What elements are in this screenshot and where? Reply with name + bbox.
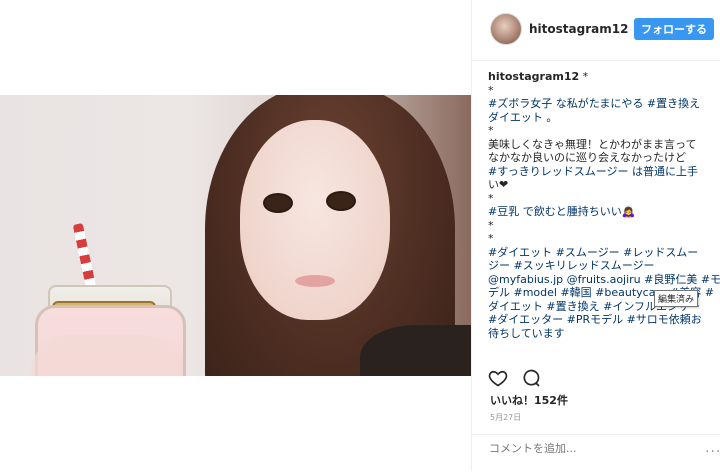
- caption-line[interactable]: #ズボラ女子 な私がたまにやる #置き換え: [488, 97, 706, 111]
- caption-line: *: [488, 218, 494, 232]
- avatar[interactable]: [490, 13, 522, 45]
- comment-button[interactable]: [520, 367, 542, 389]
- caption-line: なかなか良いのに巡り会えなかったけど: [488, 151, 686, 164]
- caption-line: *: [488, 191, 494, 205]
- more-options-icon[interactable]: ...: [705, 440, 720, 456]
- post-date[interactable]: 5月27日: [490, 412, 521, 423]
- photo-hand: [30, 335, 180, 376]
- caption-line[interactable]: @myfabius.jp @fruits.aojiru #良野仁美 #モ: [488, 273, 720, 287]
- caption-line[interactable]: ダイエット 。: [488, 111, 706, 125]
- caption-line: い❤: [488, 178, 509, 191]
- caption-header-line: hitostagram12 *: [488, 70, 706, 84]
- caption-line[interactable]: #ダイエット #スムージー #レッドスムー: [488, 246, 706, 260]
- caption-line: *: [488, 124, 494, 137]
- post-photo: [0, 95, 471, 376]
- caption-line: *: [488, 232, 494, 245]
- follow-button[interactable]: フォローする: [634, 18, 714, 40]
- caption-username[interactable]: hitostagram12: [488, 70, 579, 83]
- header-username[interactable]: hitostagram12: [529, 22, 628, 36]
- heart-icon: [488, 370, 508, 387]
- caption-line[interactable]: #豆乳 で飲むと腫持ちいい🙇‍♀️: [488, 205, 706, 219]
- photo-eye-right: [326, 191, 356, 211]
- edited-tooltip: 編集済み: [654, 290, 699, 307]
- caption-line[interactable]: 待ちしています: [488, 327, 706, 341]
- comment-input[interactable]: [489, 442, 699, 455]
- caption-line[interactable]: ジー #スッキリレッドスムージー: [488, 259, 706, 273]
- like-button[interactable]: [487, 367, 509, 389]
- caption-line[interactable]: #すっきりレッドスムージー は普通に上手: [488, 165, 706, 179]
- caption-line: *: [488, 83, 494, 97]
- caption-line[interactable]: #ダイエッター #PRモデル #サロモ依頼お: [488, 313, 706, 327]
- comment-icon: [523, 369, 540, 387]
- caption-line: 美味しくなきゃ無理！とかわがまま言って: [488, 137, 697, 151]
- divider: [471, 0, 472, 471]
- photo-face: [240, 120, 390, 320]
- photo-lips: [295, 275, 335, 287]
- photo-eye-left: [263, 193, 293, 213]
- caption-name-asterisk: *: [579, 70, 589, 83]
- likes-count[interactable]: いいね！152件: [490, 392, 568, 408]
